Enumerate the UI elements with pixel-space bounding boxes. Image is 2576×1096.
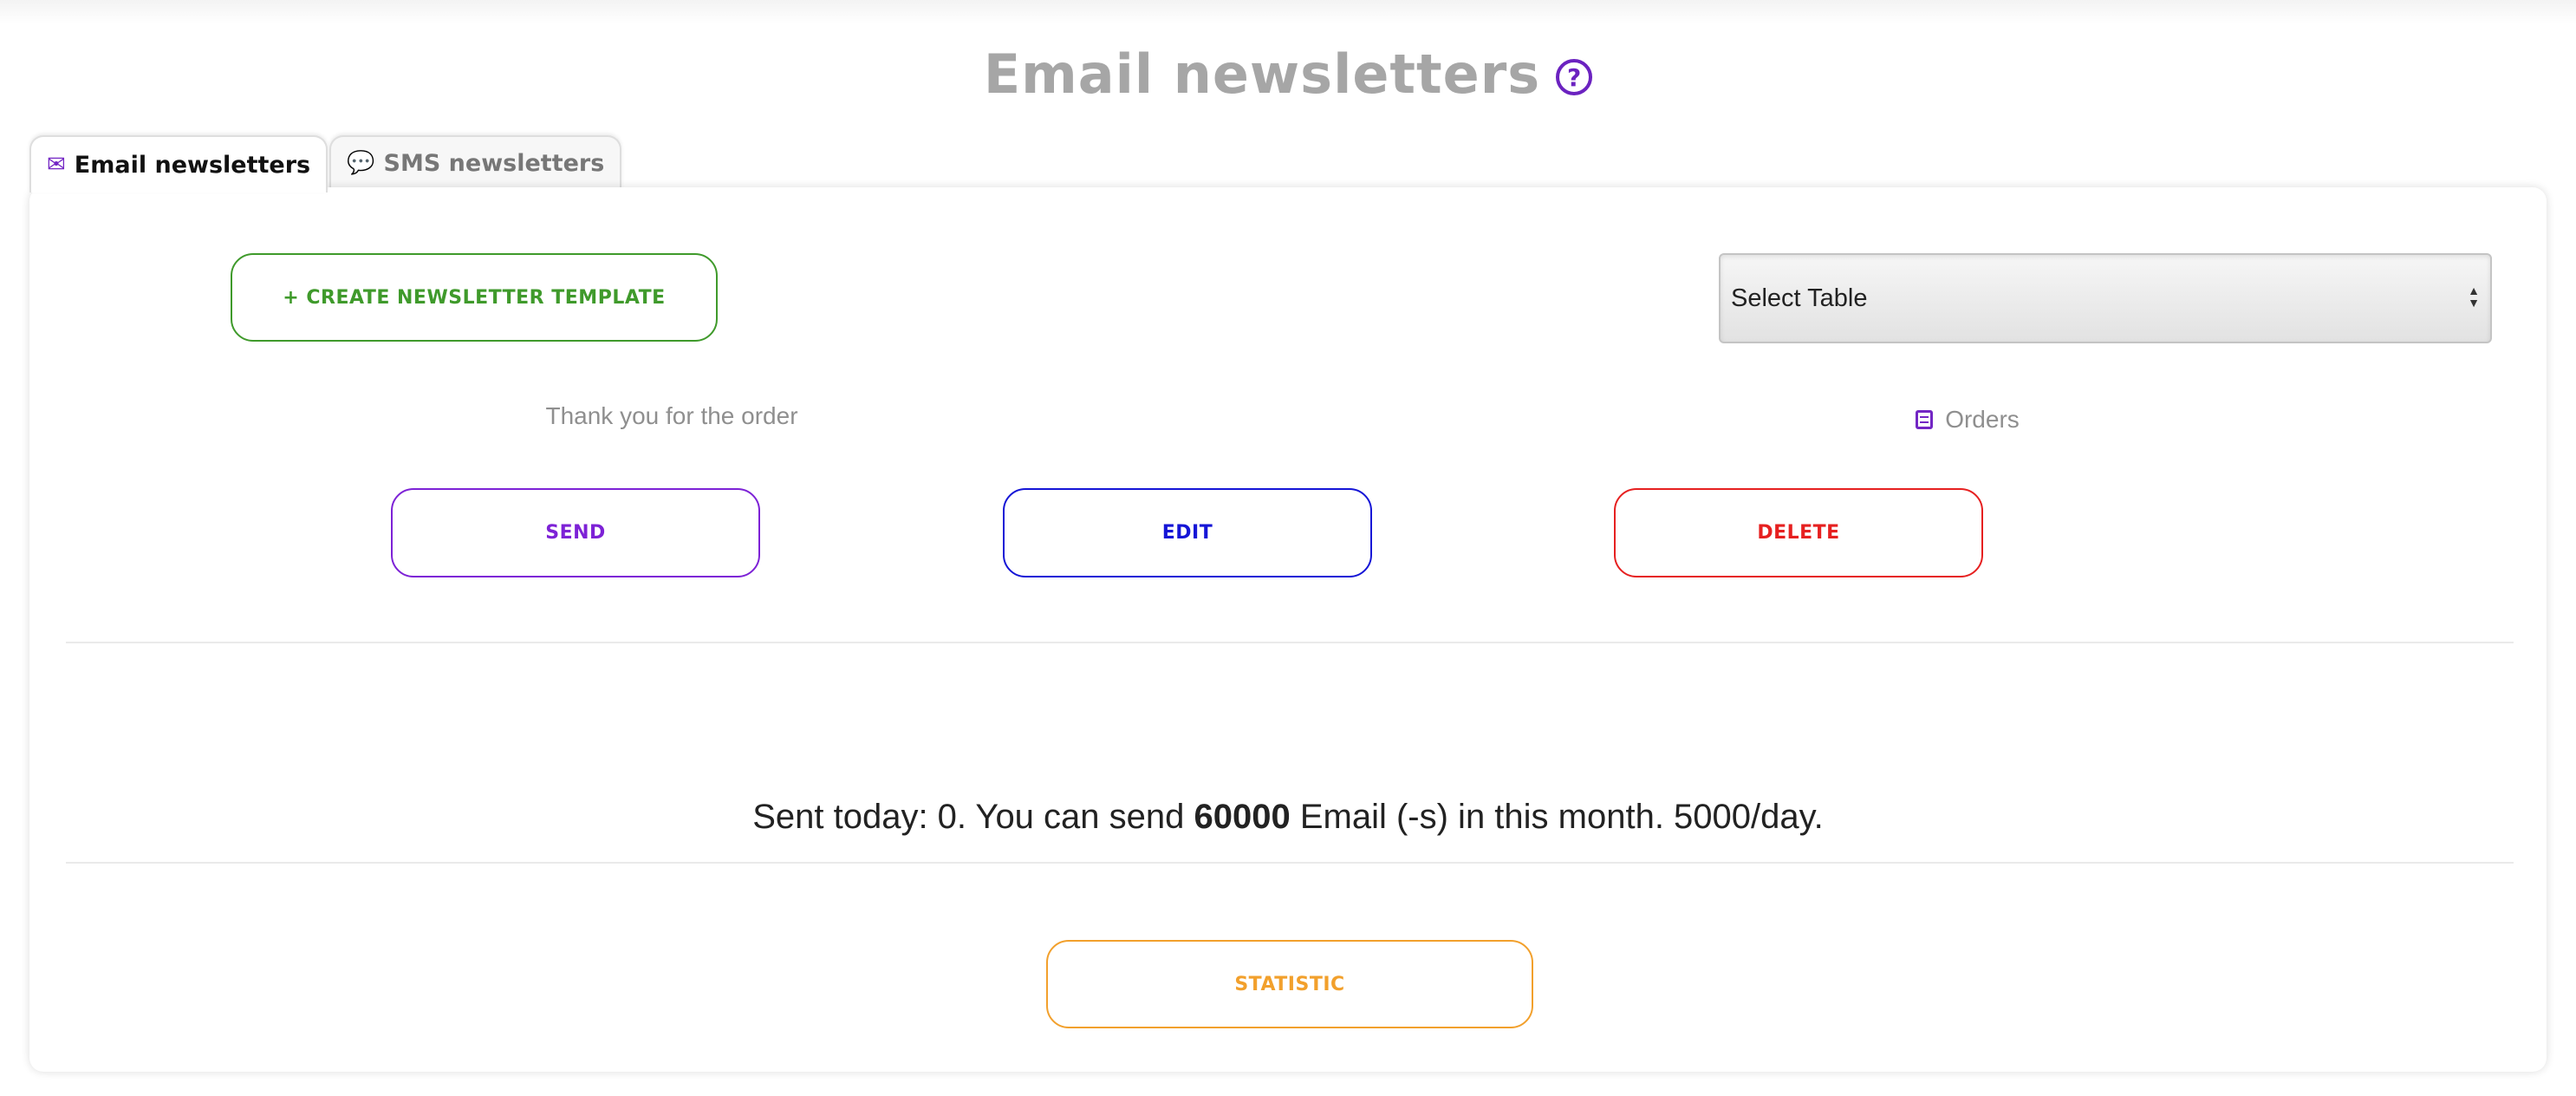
comment-icon: 💬 <box>347 150 375 176</box>
table-icon <box>1916 410 1934 429</box>
question-circle-icon[interactable]: ? <box>1556 59 1593 95</box>
divider <box>66 642 2514 643</box>
monthly-limit: 60000 <box>1194 798 1291 836</box>
send-limit-info: Sent today: 0. You can send 60000 Email … <box>0 798 2576 850</box>
statistic-button[interactable]: STATISTIC <box>1046 940 1533 1028</box>
send-limit-prefix: Sent today: 0. You can send <box>752 798 1194 836</box>
tab-email-newsletters[interactable]: ✉ Email newsletters <box>29 135 329 192</box>
table-select-value: Select Table <box>1731 284 1868 312</box>
template-name: Thank you for the order <box>545 402 798 429</box>
page-title: Email newsletters <box>983 42 1541 106</box>
edit-button[interactable]: EDIT <box>1003 488 1372 577</box>
envelope-icon: ✉ <box>47 152 66 178</box>
table-select[interactable]: Select Table ▲ ▼ <box>1719 253 2492 343</box>
divider <box>66 862 2514 864</box>
tab-sms-label: SMS newsletters <box>383 149 605 177</box>
template-table-name: Orders <box>1945 406 2020 433</box>
send-button[interactable]: SEND <box>391 488 760 577</box>
tab-bar: ✉ Email newsletters 💬 SMS newsletters <box>29 135 622 192</box>
top-shadow <box>0 0 2576 24</box>
delete-button[interactable]: DELETE <box>1614 488 1983 577</box>
select-arrows-icon: ▲ ▼ <box>2468 284 2480 310</box>
tab-sms-newsletters[interactable]: 💬 SMS newsletters <box>329 135 622 189</box>
tab-email-label: Email newsletters <box>74 151 311 179</box>
page-header: Email newsletters ? <box>0 35 2576 113</box>
send-limit-suffix: Email (-s) in this month. 5000/day. <box>1290 798 1824 836</box>
create-template-button[interactable]: + CREATE NEWSLETTER TEMPLATE <box>231 253 718 342</box>
template-table: Orders <box>1838 402 2098 437</box>
